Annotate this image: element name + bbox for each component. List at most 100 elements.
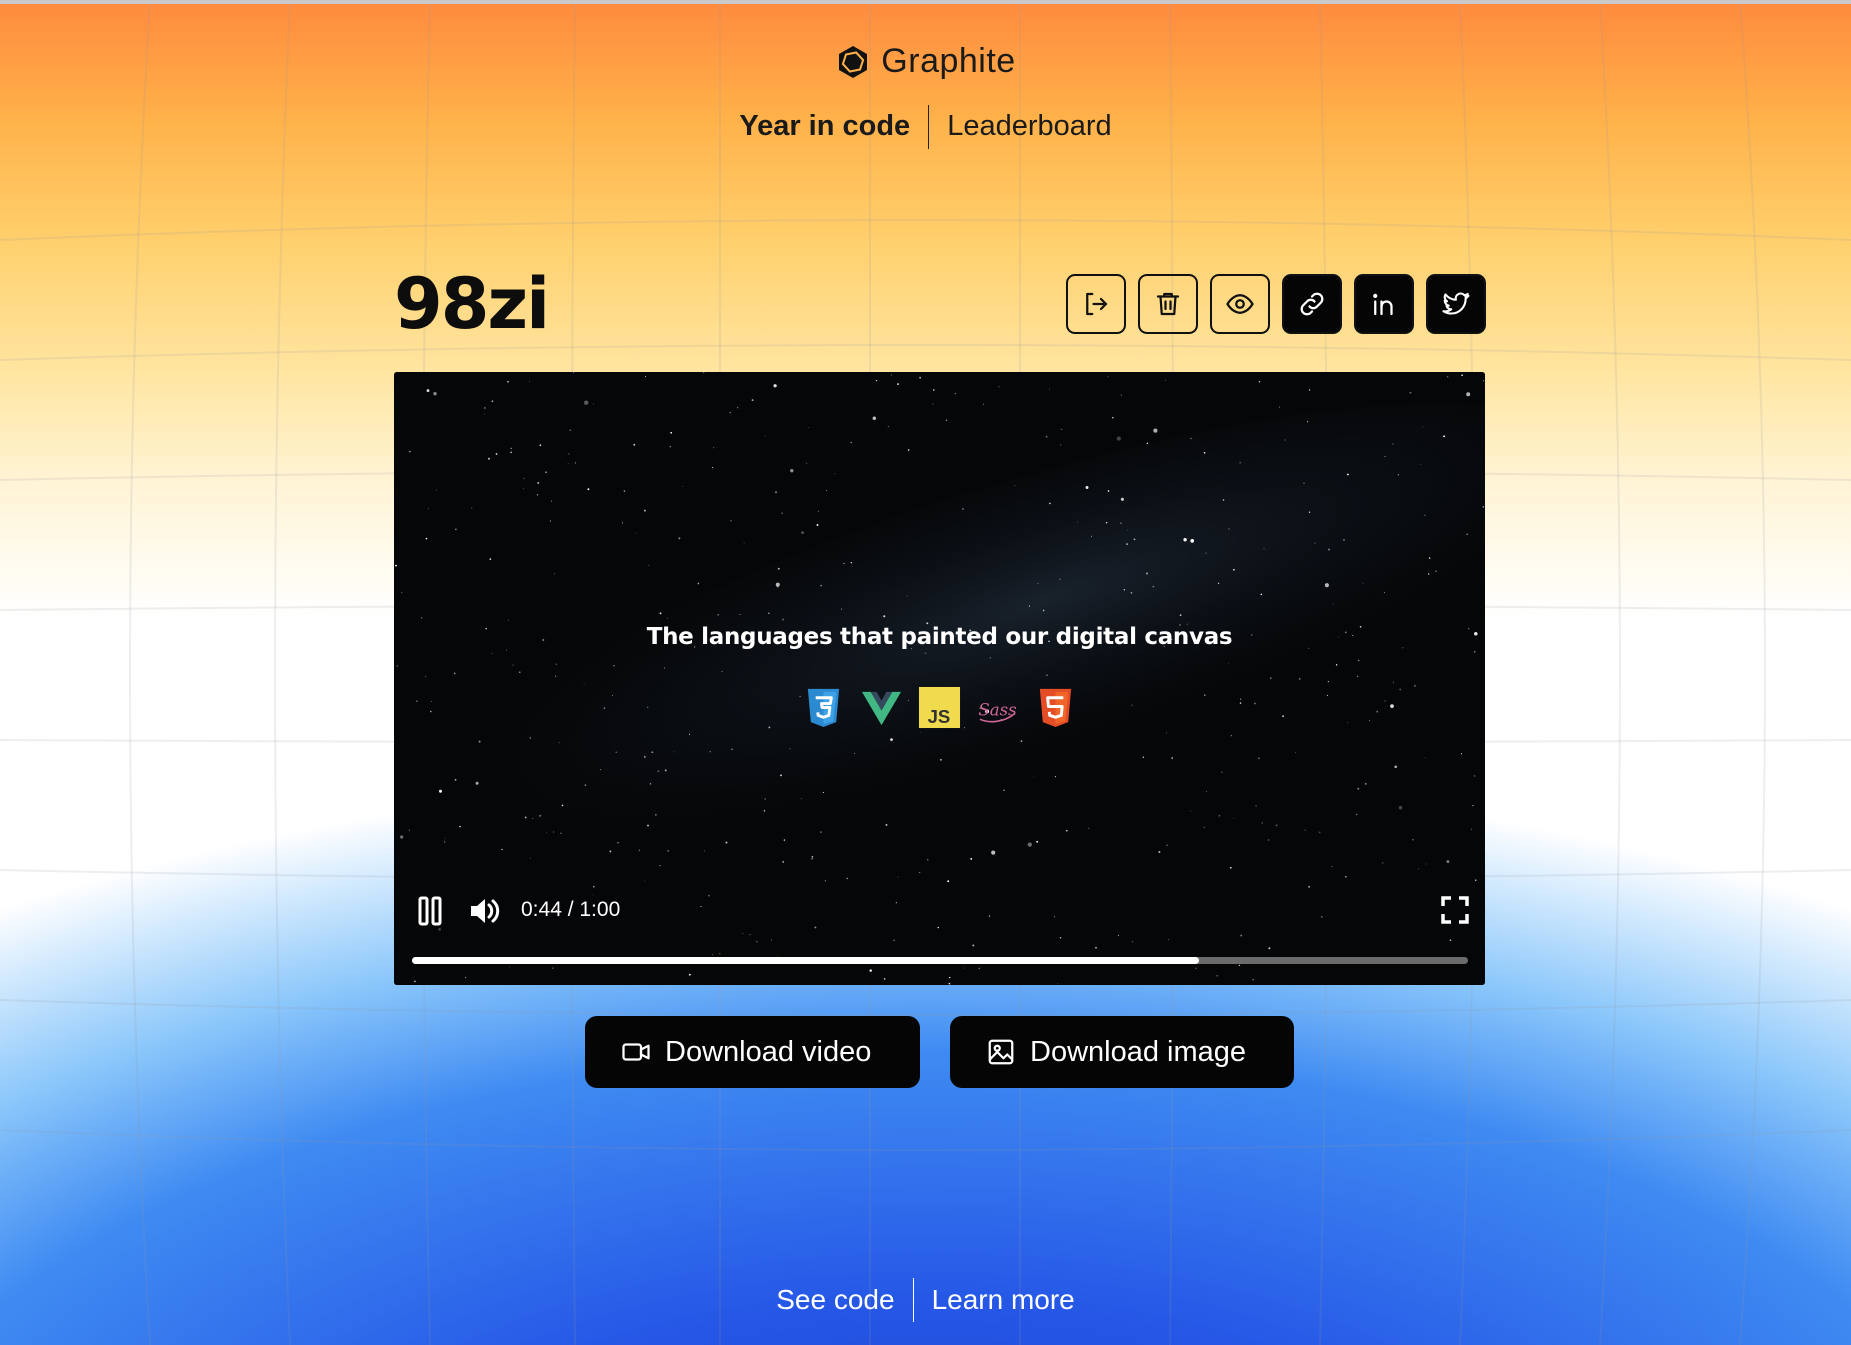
star xyxy=(919,872,921,873)
star xyxy=(893,939,895,942)
star xyxy=(1059,578,1061,580)
sass-icon: Sass xyxy=(978,700,1017,723)
star xyxy=(1357,659,1360,662)
delete-button[interactable] xyxy=(1138,274,1198,334)
video-progress-bar[interactable] xyxy=(412,957,1468,964)
star xyxy=(725,841,728,844)
star xyxy=(408,829,410,831)
brand[interactable]: Graphite xyxy=(0,42,1851,81)
star xyxy=(454,778,457,781)
star xyxy=(644,880,646,882)
star xyxy=(1158,851,1161,853)
star xyxy=(906,595,908,597)
copy-link-button[interactable] xyxy=(1282,274,1342,334)
volume-icon xyxy=(471,899,500,923)
video-player[interactable] xyxy=(394,372,1485,985)
star xyxy=(749,933,751,936)
star xyxy=(840,608,842,610)
star xyxy=(731,748,733,751)
star xyxy=(709,751,711,753)
star xyxy=(1120,497,1124,501)
star xyxy=(775,491,777,493)
video-overlay-title: The languages that painted our digital c… xyxy=(646,624,1233,650)
star xyxy=(790,469,794,473)
star xyxy=(648,564,650,566)
star xyxy=(645,375,647,377)
star xyxy=(1046,674,1048,676)
star xyxy=(768,612,770,614)
sign-out-button[interactable] xyxy=(1066,274,1126,334)
star xyxy=(659,864,661,867)
star xyxy=(800,798,802,800)
star xyxy=(657,770,660,773)
download-video-label: Download video xyxy=(665,1035,872,1068)
nav-leaderboard[interactable]: Leaderboard xyxy=(929,104,1129,149)
star xyxy=(1446,376,1449,378)
star xyxy=(939,758,942,761)
visibility-button[interactable] xyxy=(1210,274,1270,334)
star xyxy=(1239,461,1242,464)
star xyxy=(1473,775,1476,777)
star xyxy=(937,926,939,929)
star xyxy=(1268,947,1271,950)
fullscreen-button[interactable] xyxy=(1441,896,1469,924)
star xyxy=(501,848,503,851)
learn-more-link[interactable]: Learn more xyxy=(914,1280,1093,1320)
star xyxy=(719,953,721,955)
star xyxy=(843,562,845,565)
star xyxy=(436,489,438,491)
star xyxy=(883,978,886,980)
star xyxy=(433,391,437,396)
star xyxy=(703,850,705,852)
star xyxy=(1284,439,1286,441)
star xyxy=(1261,822,1264,824)
star xyxy=(1275,824,1278,827)
star xyxy=(954,393,956,395)
star xyxy=(945,419,948,421)
volume-button[interactable] xyxy=(469,896,501,926)
star xyxy=(453,672,456,675)
star xyxy=(1146,572,1148,575)
star xyxy=(806,462,808,464)
star xyxy=(537,481,540,484)
star xyxy=(574,462,577,464)
star xyxy=(822,791,824,794)
star xyxy=(1183,538,1187,542)
star xyxy=(801,531,804,534)
see-code-link[interactable]: See code xyxy=(758,1280,912,1320)
star xyxy=(1131,940,1134,943)
pause-button[interactable] xyxy=(418,896,442,926)
star xyxy=(519,671,521,673)
star xyxy=(834,473,836,475)
star xyxy=(1422,426,1424,428)
star xyxy=(1233,568,1235,571)
star xyxy=(592,403,594,405)
star xyxy=(553,573,556,575)
star xyxy=(439,789,442,793)
action-toolbar xyxy=(1066,274,1486,334)
star xyxy=(539,444,542,447)
star xyxy=(455,528,457,531)
star xyxy=(782,618,784,621)
star xyxy=(764,797,767,800)
star xyxy=(1190,810,1192,812)
star xyxy=(1279,406,1281,408)
star xyxy=(890,738,893,741)
star xyxy=(816,524,819,526)
star xyxy=(729,411,731,414)
star xyxy=(947,880,950,883)
star xyxy=(1048,388,1050,390)
star xyxy=(1314,542,1316,544)
download-image-button[interactable]: Download image xyxy=(950,1016,1294,1088)
star xyxy=(875,379,878,382)
share-linkedin-button[interactable] xyxy=(1354,274,1414,334)
star xyxy=(1331,866,1333,867)
star xyxy=(1335,664,1338,666)
starfield-background xyxy=(394,372,1485,985)
share-twitter-button[interactable] xyxy=(1426,274,1486,334)
download-video-button[interactable]: Download video xyxy=(585,1016,920,1088)
star xyxy=(920,731,922,733)
star xyxy=(907,449,910,451)
nav-year-in-code[interactable]: Year in code xyxy=(721,104,928,149)
star xyxy=(592,894,594,896)
